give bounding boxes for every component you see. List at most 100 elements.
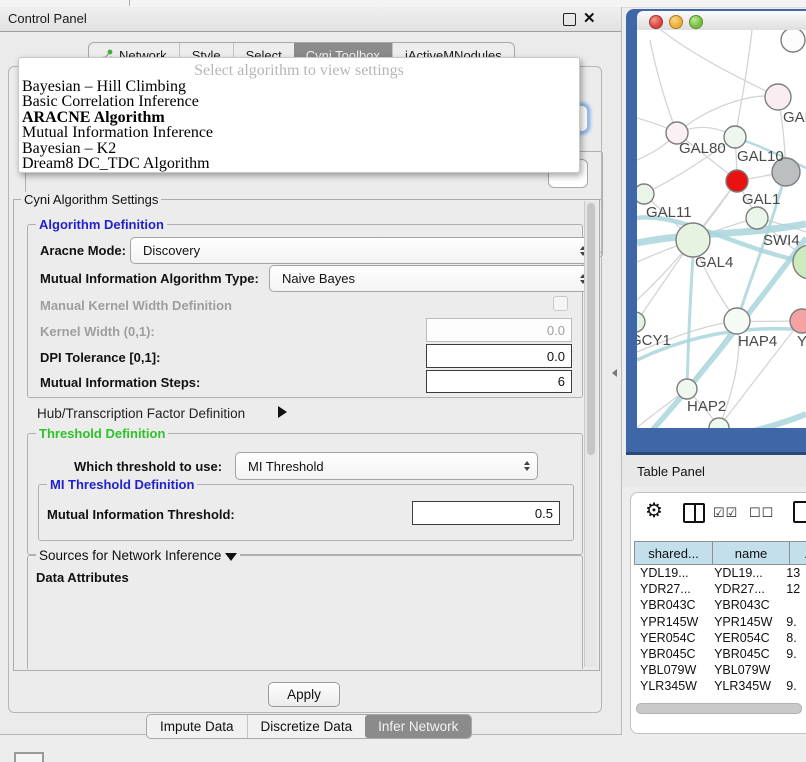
- network-edge: [680, 414, 806, 428]
- cyni-algorithm-settings-group: Cyni Algorithm Settings Algorithm Defini…: [13, 199, 600, 671]
- node-label: HAP4: [738, 333, 777, 350]
- bottom-left-partial-icon: [14, 752, 44, 762]
- table-horizontal-scrollbar: [635, 702, 806, 714]
- table-row[interactable]: YPR145WYPR145W9.: [634, 614, 806, 630]
- table-cell: 8.: [780, 630, 806, 646]
- column-header[interactable]: A: [790, 541, 806, 565]
- node-label: GAL1: [742, 191, 780, 208]
- float-icon[interactable]: [563, 13, 576, 26]
- dpi-tolerance-label: DPI Tolerance [0,1]:: [40, 350, 160, 365]
- table-panel: ⚙ ☑☑ ☐☐ shared...nameA YDL19...YDL19...1…: [630, 492, 806, 734]
- table-row[interactable]: YBR045CYBR045C9.: [634, 646, 806, 662]
- apply-button[interactable]: Apply: [268, 682, 340, 707]
- table-row[interactable]: YIL052CYIL052C9: [634, 695, 806, 696]
- expand-right-icon[interactable]: [278, 406, 287, 418]
- tab-impute-data[interactable]: Impute Data: [147, 715, 247, 738]
- kernel-width-label: Kernel Width (0,1):: [40, 324, 155, 339]
- gear-icon[interactable]: ⚙: [645, 501, 663, 521]
- network-node[interactable]: [726, 170, 748, 192]
- tab-discretize-data[interactable]: Discretize Data: [247, 715, 366, 738]
- threshold-definition-title: Threshold Definition: [36, 426, 168, 441]
- scrollbar-thumb[interactable]: [636, 703, 802, 714]
- close-button[interactable]: [649, 15, 663, 29]
- network-edge: [661, 30, 778, 97]
- table-panel-title: Table Panel: [637, 464, 705, 479]
- table-cell: 13: [780, 565, 806, 581]
- algorithm-definition-title: Algorithm Definition: [36, 217, 167, 232]
- dropdown-item[interactable]: Bayesian – K2: [22, 141, 576, 156]
- deselect-all-checks-icon[interactable]: ☐☐: [749, 505, 774, 521]
- network-window-titlebar: [637, 11, 806, 30]
- control-panel-title: Control Panel: [8, 11, 87, 26]
- node-label: SWI4: [763, 232, 800, 249]
- network-node[interactable]: [709, 418, 729, 428]
- select-all-checks-icon[interactable]: ☑☑: [713, 505, 738, 521]
- dpi-tolerance-field[interactable]: 0.0: [426, 344, 572, 368]
- dropdown-item[interactable]: Mutual Information Inference: [22, 125, 576, 140]
- dropdown-item[interactable]: Basic Correlation Inference: [22, 94, 576, 109]
- scrollbar-thumb[interactable]: [587, 203, 595, 455]
- table-row[interactable]: YDR27...YDR27...12: [634, 581, 806, 597]
- column-header[interactable]: name: [713, 541, 790, 565]
- table-cell: YDL19...: [634, 565, 708, 581]
- table-cell: YBR043C: [634, 597, 708, 613]
- mi-type-label: Mutual Information Algorithm Type:: [40, 271, 259, 286]
- network-node[interactable]: [724, 308, 750, 334]
- combo-arrows-icon: [524, 461, 530, 471]
- which-threshold-select[interactable]: MI Threshold: [235, 452, 538, 480]
- mi-steps-label: Mutual Information Steps:: [40, 375, 200, 390]
- export-table-icon[interactable]: [793, 501, 806, 523]
- network-node[interactable]: [676, 223, 710, 257]
- network-node[interactable]: [677, 379, 697, 399]
- network-node[interactable]: [746, 207, 768, 229]
- table-cell: YIL052C: [634, 695, 708, 696]
- mi-threshold-definition-group: MI Threshold Definition Mutual Informati…: [38, 484, 574, 541]
- mi-type-select[interactable]: Naive Bayes: [269, 265, 594, 292]
- dropdown-item[interactable]: ARACNE Algorithm: [22, 110, 576, 125]
- zoom-button[interactable]: [689, 15, 703, 29]
- network-node[interactable]: [781, 30, 805, 52]
- node-label: GAL4: [695, 254, 733, 271]
- table-cell: 12: [780, 581, 806, 597]
- network-node[interactable]: [637, 184, 654, 204]
- node-label: GCY1: [637, 332, 671, 349]
- hub-definition-toggle[interactable]: Hub/Transcription Factor Definition: [37, 406, 245, 421]
- manual-kernel-checkbox: [553, 296, 568, 311]
- tab-infer-network[interactable]: Infer Network: [365, 715, 471, 738]
- node-label: GAL11: [646, 204, 692, 221]
- table-row[interactable]: YDL19...YDL19...13: [634, 565, 806, 581]
- network-node[interactable]: [724, 126, 746, 148]
- panel-divider-handle-icon[interactable]: [612, 369, 617, 377]
- table-cell: YLR345W: [708, 678, 780, 694]
- mi-steps-field[interactable]: 6: [426, 370, 572, 393]
- columns-icon[interactable]: [683, 503, 705, 523]
- settings-group-title: Cyni Algorithm Settings: [21, 192, 161, 207]
- network-canvas[interactable]: GALGAL80GAL10GAL1SWI4GAL11GAL4GCY1HAP4YH…: [637, 30, 806, 428]
- table-row[interactable]: YBR043CYBR043C: [634, 597, 806, 613]
- table-cell: YDL19...: [708, 565, 780, 581]
- dropdown-item[interactable]: Bayesian – Hill Climbing: [22, 79, 576, 94]
- node-label: GAL10: [737, 148, 784, 165]
- close-icon[interactable]: ✕: [583, 9, 596, 27]
- minimize-button[interactable]: [669, 15, 683, 29]
- network-node[interactable]: [637, 312, 645, 332]
- column-header[interactable]: shared...: [634, 541, 713, 565]
- network-node[interactable]: [765, 84, 791, 110]
- sources-group-title[interactable]: Sources for Network Inference: [36, 548, 240, 563]
- aracne-mode-select[interactable]: Discovery: [130, 237, 594, 264]
- which-threshold-value: MI Threshold: [248, 459, 324, 474]
- table-row[interactable]: YER054CYER054C8.: [634, 630, 806, 646]
- node-label: GAL80: [679, 140, 726, 157]
- aracne-mode-label: Aracne Mode:: [40, 243, 126, 258]
- threshold-definition-group: Threshold Definition Which threshold to …: [27, 433, 583, 555]
- table-cell: YBR045C: [708, 646, 780, 662]
- network-edge: [650, 40, 677, 133]
- table-row[interactable]: YBL079WYBL079W: [634, 662, 806, 678]
- dropdown-item[interactable]: Dream8 DC_TDC Algorithm: [22, 156, 576, 171]
- network-view-window: GALGAL80GAL10GAL1SWI4GAL11GAL4GCY1HAP4YH…: [626, 9, 806, 455]
- mi-threshold-field[interactable]: 0.5: [412, 501, 560, 525]
- data-attributes-label: Data Attributes: [36, 570, 129, 585]
- bottom-tabs: Impute DataDiscretize DataInfer Network: [146, 714, 472, 739]
- table-panel-bar: Table Panel: [622, 455, 806, 487]
- table-row[interactable]: YLR345WYLR345W9.: [634, 678, 806, 694]
